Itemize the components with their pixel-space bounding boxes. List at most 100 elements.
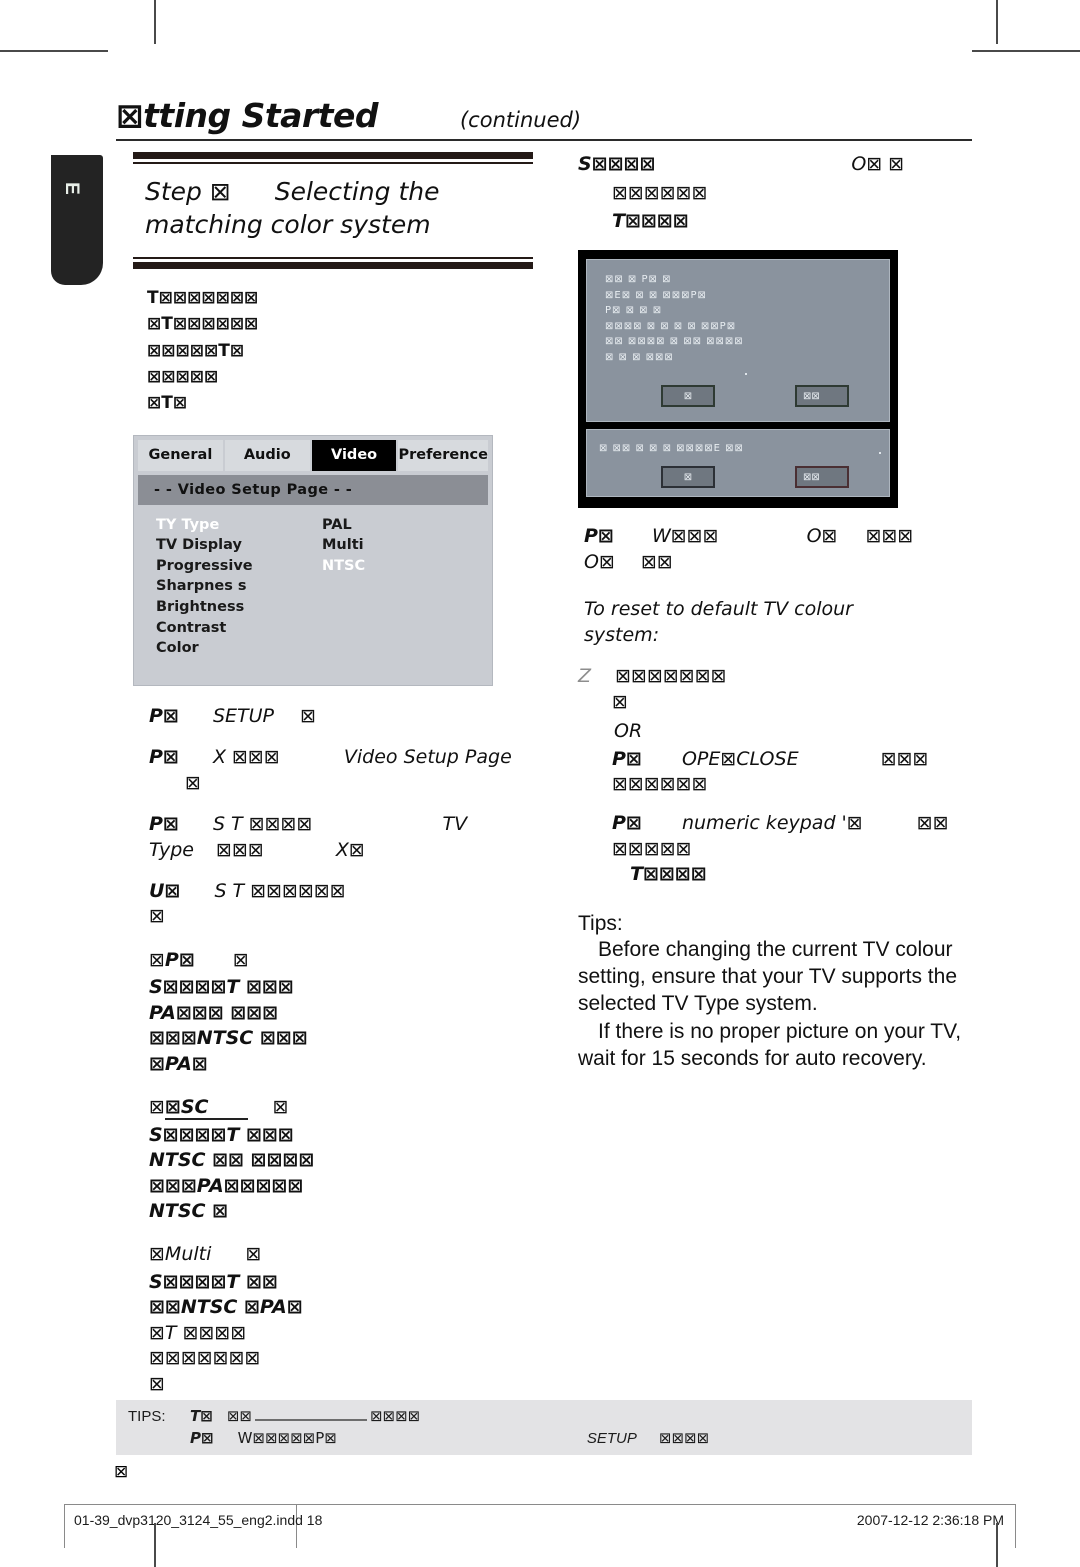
osd-item-list: TY Type TV Display Progressive Sharpnes … bbox=[156, 515, 322, 659]
tips-line: Before changing the current TV colour bbox=[598, 937, 953, 961]
tips-line: selected TV Type system. bbox=[578, 992, 818, 1016]
tips-bar-setup: SETUP bbox=[586, 1430, 637, 1447]
tips-bar-r2-d: ⊠⊠⊠⊠ bbox=[658, 1429, 710, 1447]
page-title-continued: (continued) bbox=[459, 108, 582, 132]
osd-value-pal[interactable]: PAL bbox=[322, 515, 442, 536]
tips-line: wait for 15 seconds for auto recovery. bbox=[578, 1046, 927, 1070]
reset-step-z-mark: Z bbox=[578, 665, 592, 688]
right-lead-row: S⊠⊠⊠⊠ O⊠ ⊠ bbox=[578, 152, 978, 177]
step-2-target: Video Setup Page bbox=[343, 746, 512, 769]
osd-page-title: - - Video Setup Page - - bbox=[138, 474, 488, 505]
step-item-1: P⊠ SETUP ⊠ bbox=[149, 704, 533, 729]
osd-value-multi[interactable]: Multi bbox=[322, 535, 442, 556]
step-rule-bottom-thick bbox=[133, 262, 533, 269]
right-lead-ok: O⊠ ⊠ bbox=[851, 153, 905, 175]
press-wait-ok: O⊠ bbox=[806, 525, 838, 548]
option-ntsc-line: ⊠⊠⊠PA⊠⊠⊠⊠⊠ bbox=[149, 1174, 304, 1197]
tips-bar-r1-b: ⊠⊠ bbox=[226, 1407, 252, 1425]
osd-item-brightness[interactable]: Brightness bbox=[156, 597, 322, 618]
press-wait-tail2: ⊠⊠ bbox=[640, 550, 673, 573]
option-pal-line: ⊠⊠⊠NTSC ⊠⊠⊠ bbox=[149, 1027, 308, 1050]
crop-mark-top-left bbox=[154, 0, 156, 44]
osd-item-tv-type[interactable]: TY Type bbox=[156, 515, 322, 536]
tips-bar-row-2: P⊠ W⊠⊠⊠⊠⊠P⊠ SETUP ⊠⊠⊠⊠ bbox=[128, 1429, 972, 1447]
press-wait-key: W⊠⊠⊠ bbox=[651, 525, 719, 548]
tv-dialog-line: ⊠ ⊠⊠ ⊠ ⊠ ⊠ ⊠⊠⊠⊠E ⊠⊠ bbox=[599, 443, 744, 455]
option-multi-line: ⊠T ⊠⊠⊠⊠ bbox=[149, 1321, 247, 1344]
option-head-pal: ⊠P⊠ ⊠ bbox=[149, 948, 249, 971]
reset-numeric-press: P⊠ bbox=[612, 812, 642, 835]
tv-cancel-button-primary[interactable]: ⊠⊠ bbox=[795, 385, 849, 408]
intro-line: ⊠⊠⊠⊠⊠ bbox=[147, 367, 219, 388]
osd-tab-general[interactable]: General bbox=[138, 439, 223, 471]
step-1-key: SETUP bbox=[212, 704, 274, 727]
step-rule-top-thick bbox=[133, 152, 533, 159]
osd-tab-preference[interactable]: Preference bbox=[398, 439, 488, 471]
option-head-pal-label: P⊠ bbox=[164, 948, 195, 971]
tv-ok-button-primary[interactable]: ⊠ bbox=[661, 385, 715, 408]
crop-mark-left-top bbox=[0, 50, 108, 52]
osd-tab-audio[interactable]: Audio bbox=[224, 439, 310, 471]
tv-dialog-line: ⊠E⊠ ⊠ ⊠ ⊠⊠⊠P⊠ bbox=[605, 289, 707, 301]
right-lead-select: S⊠⊠⊠⊠ bbox=[578, 153, 656, 175]
osd-setup-menu: General Audio Video Preference - - Video… bbox=[133, 434, 493, 686]
tv-dialog-primary: ⊠⊠ ⊠ P⊠ ⊠ ⊠E⊠ ⊠ ⊠ ⊠⊠⊠P⊠ P⊠ ⊠ ⊠ ⊠ ⊠⊠⊠⊠ ⊠ … bbox=[586, 259, 890, 423]
osd-item-contrast[interactable]: Contrast bbox=[156, 618, 322, 639]
reset-open-tail: ⊠⊠⊠ bbox=[880, 747, 929, 770]
step-title-line1: Selecting the bbox=[274, 177, 440, 206]
tips-bar-row-1: TIPS: T⊠ ⊠⊠ ⊠⊠⊠⊠ bbox=[128, 1407, 972, 1425]
stray-glyph: ⊠ bbox=[114, 1462, 129, 1482]
tips-heading: Tips: bbox=[578, 911, 623, 935]
osd-tab-video[interactable]: Video bbox=[311, 439, 397, 471]
option-head-ntsc: ⊠⊠SC ⊠ bbox=[149, 1096, 289, 1121]
option-list: ⊠P⊠ ⊠ S⊠⊠⊠⊠T ⊠⊠⊠ PA⊠⊠⊠ ⊠⊠⊠ ⊠⊠⊠NTSC ⊠⊠⊠ ⊠… bbox=[133, 948, 533, 1397]
header-rule bbox=[116, 139, 972, 141]
tv-cancel-button-secondary[interactable]: ⊠⊠ bbox=[795, 466, 849, 489]
option-multi-line: S⊠⊠⊠⊠T ⊠⊠ bbox=[149, 1270, 278, 1293]
step-heading: Step ⊠ Selecting the matching color syst… bbox=[133, 164, 533, 247]
tips-line: setting, ensure that your TV supports th… bbox=[578, 965, 957, 989]
tips-block: Tips: Before changing the current TV col… bbox=[578, 912, 978, 1072]
option-head-multi: ⊠Multi ⊠ bbox=[149, 1243, 262, 1266]
option-pal-line: PA⊠⊠⊠ ⊠⊠⊠ bbox=[149, 1001, 279, 1024]
reset-numeric-tail2: ⊠⊠⊠⊠⊠ bbox=[612, 837, 692, 860]
crop-mark-right-top bbox=[972, 50, 1080, 52]
page-header: ⊠tting Started (continued) bbox=[116, 96, 972, 141]
osd-item-progressive[interactable]: Progressive bbox=[156, 556, 322, 577]
reset-step-open-close: P⊠ OPE⊠CLOSE ⊠⊠⊠ bbox=[578, 747, 978, 772]
step-2-press: P⊠ bbox=[149, 746, 179, 769]
tv-dialog-line: ⊠ ⊠ ⊠ ⊠⊠⊠ bbox=[605, 351, 674, 363]
tips-line: If there is no proper picture on your TV… bbox=[598, 1019, 962, 1043]
osd-item-sharpness[interactable]: Sharpnes s bbox=[156, 576, 322, 597]
reset-step-z-text: ⊠⊠⊠⊠⊠⊠⊠ bbox=[615, 665, 727, 688]
page-title: ⊠tting Started bbox=[116, 96, 378, 135]
option-ntsc-line: NTSC ⊠⊠ ⊠⊠⊠⊠ bbox=[149, 1149, 315, 1172]
tv-dialog-line: P⊠ ⊠ ⊠ ⊠ bbox=[605, 305, 663, 317]
reset-open-key: OPE⊠CLOSE bbox=[681, 747, 799, 770]
reset-numeric-key: numeric keypad '⊠ bbox=[681, 812, 863, 835]
side-tab-glyph: E bbox=[60, 182, 82, 194]
step-3-tv: TV bbox=[442, 813, 468, 836]
step-1-tail: ⊠ bbox=[300, 704, 317, 727]
reset-open-tail2: ⊠⊠⊠⊠⊠⊠ bbox=[612, 772, 708, 795]
manual-page: E ⊠tting Started (continued) Step ⊠ Sele… bbox=[0, 0, 1080, 1567]
step-item-3: P⊠ S T ⊠⊠⊠⊠ TV Type ⊠⊠⊠ X⊠ bbox=[149, 812, 533, 863]
tv-dot bbox=[745, 373, 747, 376]
option-block-ntsc: ⊠⊠SC ⊠ S⊠⊠⊠⊠T ⊠⊠⊠ NTSC ⊠⊠ ⊠⊠⊠⊠ ⊠⊠⊠PA⊠⊠⊠⊠… bbox=[149, 1095, 533, 1224]
tips-bar-r1-c: ⊠⊠⊠⊠ bbox=[369, 1407, 421, 1425]
osd-item-color[interactable]: Color bbox=[156, 638, 322, 659]
osd-item-tv-display[interactable]: TV Display bbox=[156, 535, 322, 556]
step-number: ⊠ bbox=[209, 177, 233, 206]
step-list: P⊠ SETUP ⊠ P⊠ X ⊠⊠⊠ Video Setup Page ⊠ P… bbox=[133, 704, 533, 930]
osd-value-list: PAL Multi NTSC bbox=[322, 515, 442, 659]
osd-value-ntsc[interactable]: NTSC bbox=[322, 556, 442, 577]
option-head-multi-label: Multi bbox=[164, 1243, 212, 1266]
option-multi-line: ⊠ bbox=[149, 1372, 165, 1395]
footer-filename: 01-39_dvp3120_3124_55_eng2.indd 18 bbox=[74, 1512, 323, 1528]
tv-ok-button-secondary[interactable]: ⊠ bbox=[661, 466, 715, 489]
option-ntsc-line: S⊠⊠⊠⊠T ⊠⊠⊠ bbox=[149, 1123, 294, 1146]
tips-bar-blank bbox=[254, 1407, 367, 1421]
option-ntsc-line: NTSC ⊠ bbox=[149, 1200, 229, 1223]
tv-dialog-line: ⊠⊠⊠⊠ ⊠ ⊠ ⊠ ⊠ ⊠⊠P⊠ bbox=[605, 320, 737, 332]
reset-open-press: P⊠ bbox=[612, 747, 642, 770]
